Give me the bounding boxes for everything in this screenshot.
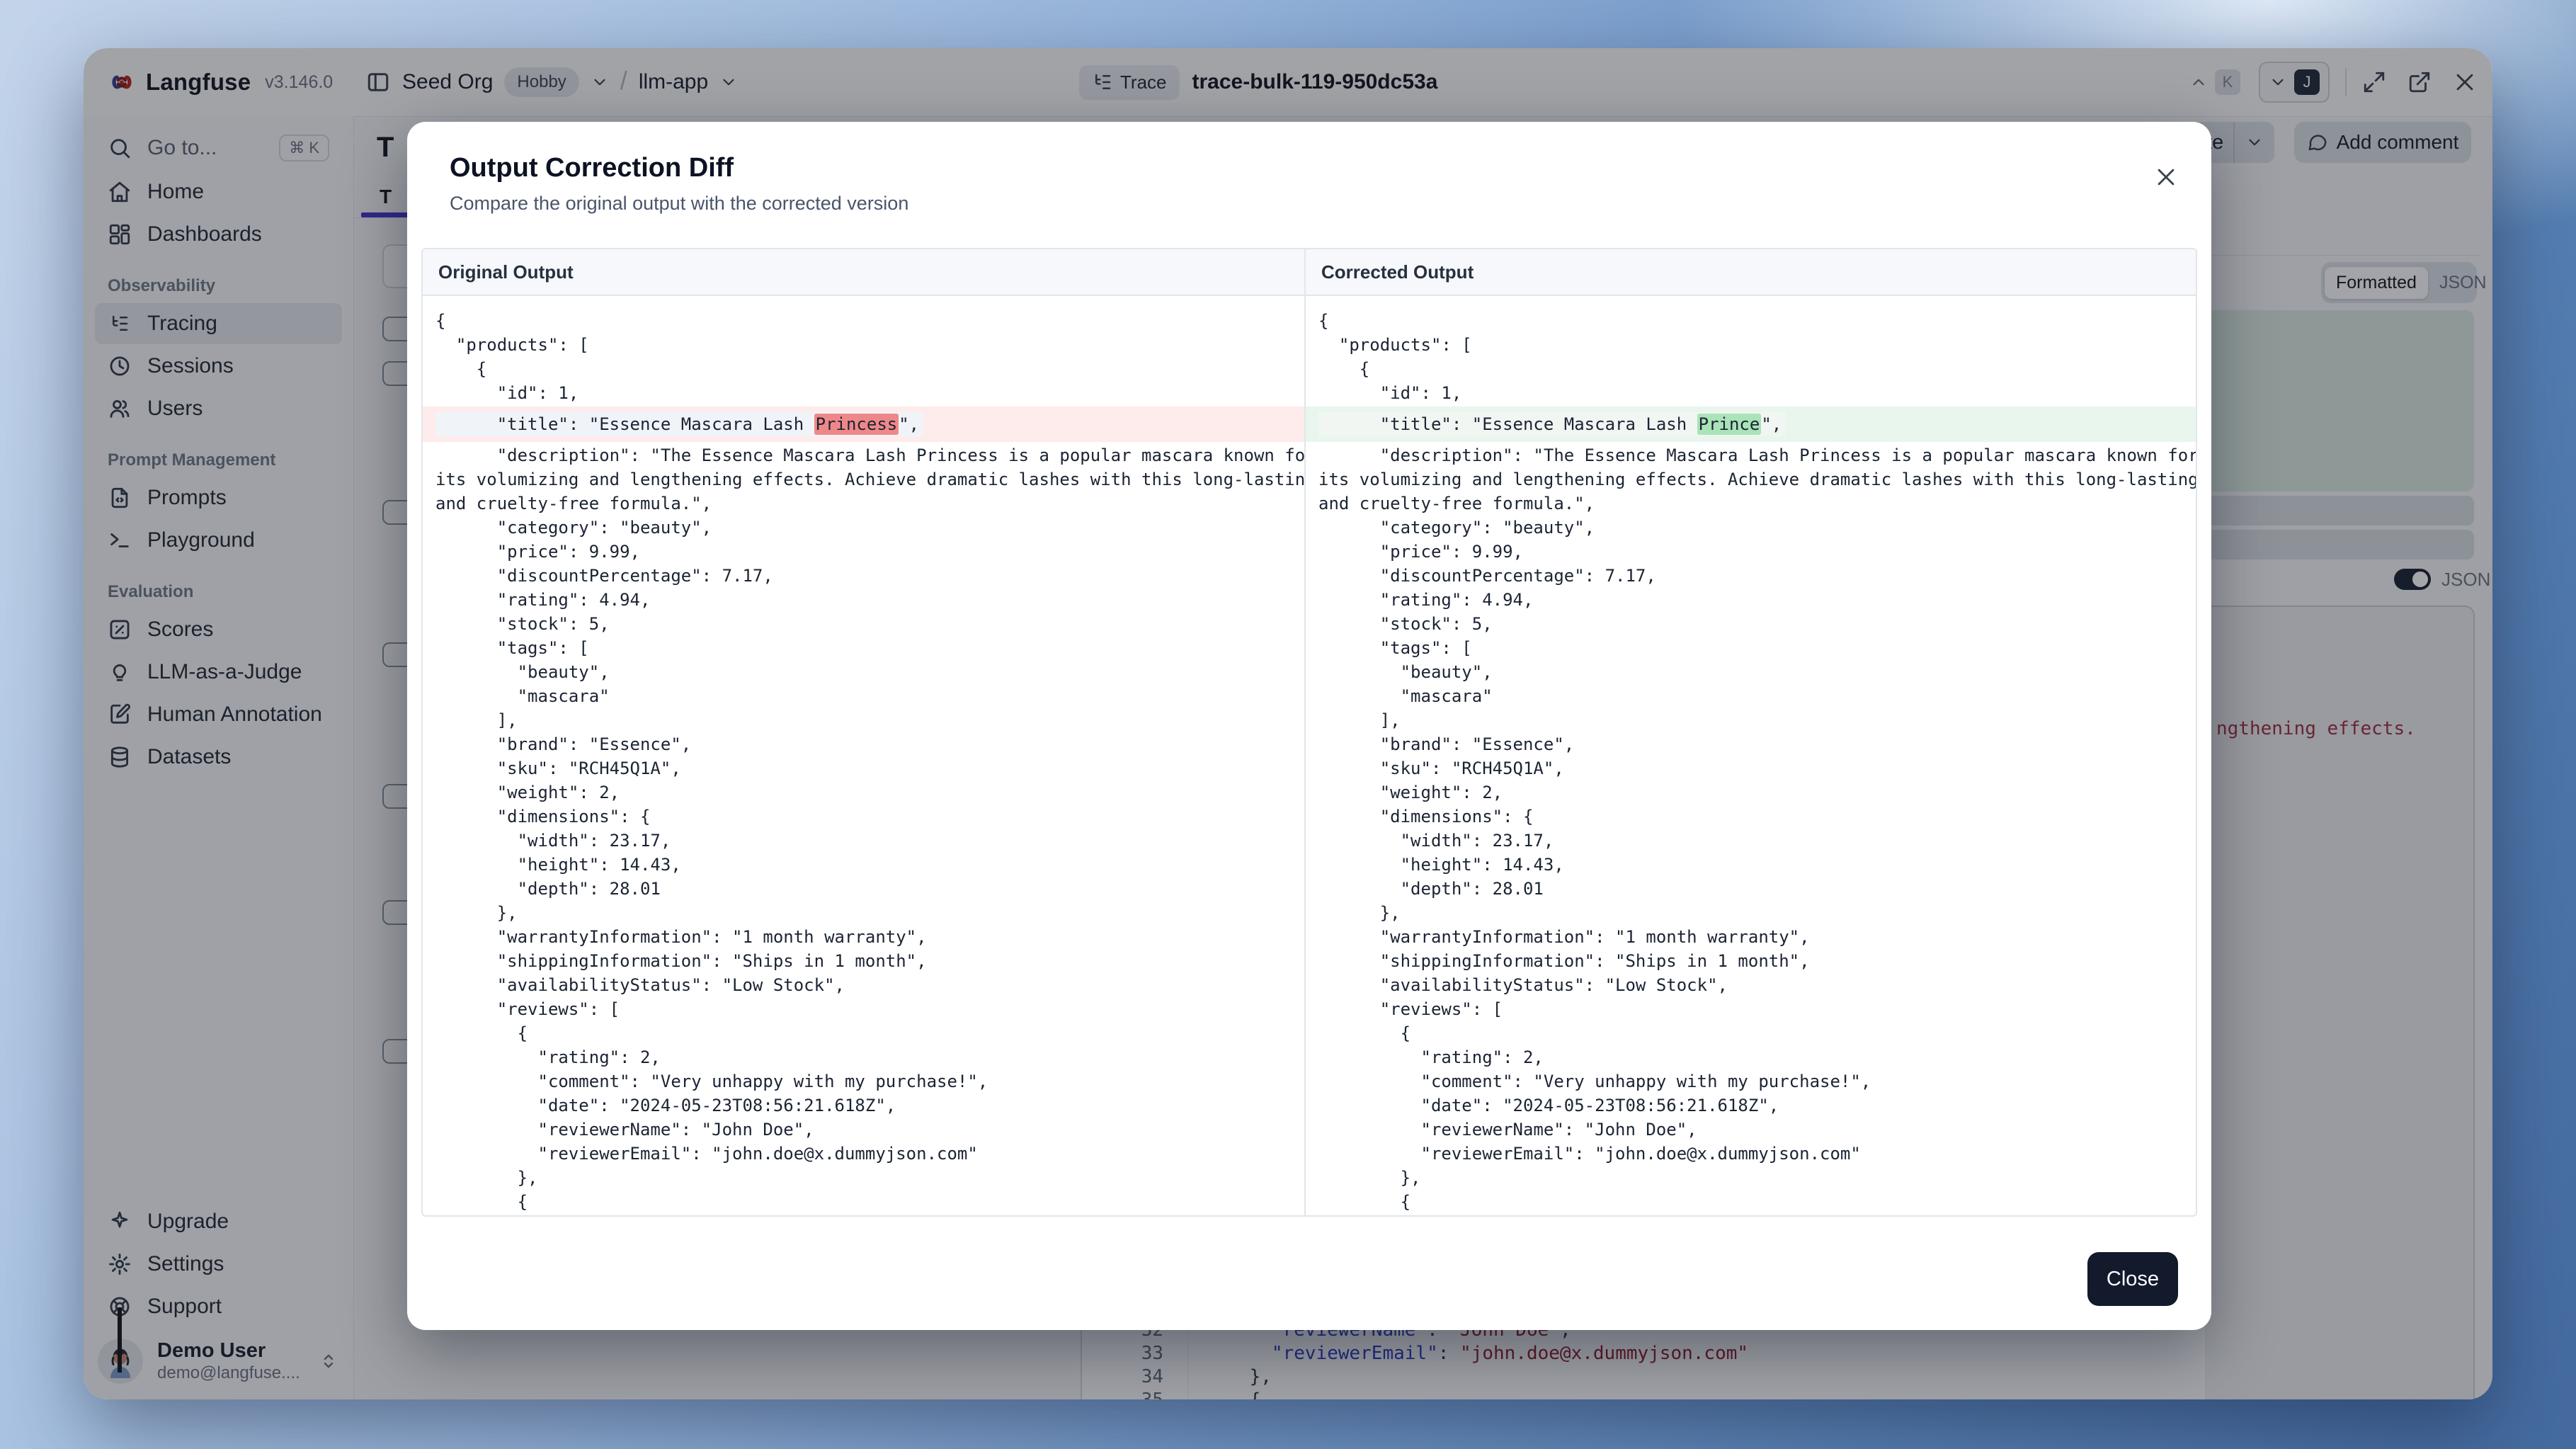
- code-line: "shippingInformation": "Ships in 1 month…: [1306, 949, 2196, 973]
- code-line: {: [1306, 1190, 2196, 1214]
- code-line: "depth": 28.01: [423, 877, 1304, 901]
- diff-header-corrected: Corrected Output: [1304, 249, 2196, 295]
- code-line: {: [423, 357, 1304, 381]
- code-line: "mascara": [423, 684, 1304, 708]
- code-line: "rating": 2,: [1306, 1214, 2196, 1217]
- code-line: "date": "2024-05-23T08:56:21.618Z",: [1306, 1093, 2196, 1118]
- code-line: "tags": [: [423, 636, 1304, 660]
- modal-subtitle: Compare the original output with the cor…: [450, 193, 908, 215]
- code-line: "comment": "Very unhappy with my purchas…: [423, 1069, 1304, 1093]
- diff-table: Original Output Corrected Output { "prod…: [421, 248, 2197, 1217]
- code-line: "sku": "RCH45Q1A",: [1306, 756, 2196, 780]
- code-line: its volumizing and lengthening effects. …: [423, 467, 1304, 491]
- close-button[interactable]: Close: [2087, 1252, 2178, 1306]
- code-line: ],: [1306, 708, 2196, 732]
- code-line: {: [1306, 309, 2196, 333]
- code-line: "weight": 2,: [423, 780, 1304, 805]
- code-line: "availabilityStatus": "Low Stock",: [423, 973, 1304, 997]
- modal-close-button[interactable]: [2150, 161, 2182, 193]
- code-line: "stock": 5,: [423, 612, 1304, 636]
- diff-body: { "products": [ { "id": 1, "title": "Ess…: [423, 296, 2196, 1217]
- code-line: "warrantyInformation": "1 month warranty…: [1306, 925, 2196, 949]
- code-line: "sku": "RCH45Q1A",: [423, 756, 1304, 780]
- code-line: "height": 14.43,: [423, 853, 1304, 877]
- code-line: "products": [: [1306, 333, 2196, 357]
- output-correction-diff-modal: Output Correction Diff Compare the origi…: [407, 122, 2211, 1330]
- code-line: {: [423, 1021, 1304, 1045]
- code-line: "brand": "Essence",: [423, 732, 1304, 756]
- code-line: },: [423, 901, 1304, 925]
- code-line: "reviewerName": "John Doe",: [1306, 1118, 2196, 1142]
- code-line: and cruelty-free formula.",: [423, 491, 1304, 516]
- code-line: "width": 23.17,: [423, 829, 1304, 853]
- code-line: "availabilityStatus": "Low Stock",: [1306, 973, 2196, 997]
- code-line: {: [423, 309, 1304, 333]
- code-line: "rating": 4.94,: [1306, 588, 2196, 612]
- code-line: "dimensions": {: [423, 805, 1304, 829]
- code-line: "reviewerEmail": "john.doe@x.dummyjson.c…: [1306, 1142, 2196, 1166]
- code-line: "height": 14.43,: [1306, 853, 2196, 877]
- code-line: "depth": 28.01: [1306, 877, 2196, 901]
- code-line: "reviews": [: [1306, 997, 2196, 1021]
- code-line: {: [423, 1190, 1304, 1214]
- code-line: "width": 23.17,: [1306, 829, 2196, 853]
- code-line: "rating": 4.94,: [423, 588, 1304, 612]
- code-line: "date": "2024-05-23T08:56:21.618Z",: [423, 1093, 1304, 1118]
- code-line: "beauty",: [1306, 660, 2196, 684]
- code-line: "reviewerEmail": "john.doe@x.dummyjson.c…: [423, 1142, 1304, 1166]
- code-line: "tags": [: [1306, 636, 2196, 660]
- code-line: "reviews": [: [423, 997, 1304, 1021]
- code-line: "warrantyInformation": "1 month warranty…: [423, 925, 1304, 949]
- code-line: ],: [423, 708, 1304, 732]
- code-line: "weight": 2,: [1306, 780, 2196, 805]
- diff-header-row: Original Output Corrected Output: [423, 249, 2196, 296]
- removed-word: Princess: [814, 414, 899, 435]
- code-line: },: [1306, 1166, 2196, 1190]
- code-line: {: [1306, 357, 2196, 381]
- diff-line-added: "title": "Essence Mascara Lash Prince",: [1306, 407, 2196, 442]
- code-line: "description": "The Essence Mascara Lash…: [1306, 443, 2196, 467]
- code-line: "comment": "Very unhappy with my purchas…: [1306, 1069, 2196, 1093]
- code-line: "id": 1,: [423, 381, 1304, 405]
- code-line: "reviewerName": "John Doe",: [423, 1118, 1304, 1142]
- code-line: "price": 9.99,: [423, 540, 1304, 564]
- code-line: "stock": 5,: [1306, 612, 2196, 636]
- code-line: },: [1306, 901, 2196, 925]
- code-line: and cruelty-free formula.",: [1306, 491, 2196, 516]
- code-line: "category": "beauty",: [423, 516, 1304, 540]
- code-line: its volumizing and lengthening effects. …: [1306, 467, 2196, 491]
- app-window: Langfuse v3.146.0 Seed Org Hobby / llm-a…: [84, 48, 2492, 1399]
- code-line: "id": 1,: [1306, 381, 2196, 405]
- diff-line-removed: "title": "Essence Mascara Lash Princess"…: [423, 407, 1304, 442]
- code-line: },: [423, 1166, 1304, 1190]
- code-line: "rating": 2,: [1306, 1045, 2196, 1069]
- diff-header-original: Original Output: [423, 249, 1304, 295]
- added-word: Prince: [1697, 414, 1762, 435]
- code-line: "shippingInformation": "Ships in 1 month…: [423, 949, 1304, 973]
- code-line: "beauty",: [423, 660, 1304, 684]
- modal-title: Output Correction Diff: [450, 153, 734, 183]
- code-line: "rating": 2,: [423, 1214, 1304, 1217]
- code-line: "category": "beauty",: [1306, 516, 2196, 540]
- code-line: "mascara": [1306, 684, 2196, 708]
- code-line: "description": "The Essence Mascara Lash…: [423, 443, 1304, 467]
- code-line: "rating": 2,: [423, 1045, 1304, 1069]
- code-line: "discountPercentage": 7.17,: [423, 564, 1304, 588]
- code-line: {: [1306, 1021, 2196, 1045]
- code-line: "discountPercentage": 7.17,: [1306, 564, 2196, 588]
- desktop-wallpaper: { "colors": { "accent_indigo": "#4338ca"…: [0, 0, 2576, 1449]
- code-line: "brand": "Essence",: [1306, 732, 2196, 756]
- diff-panel-original[interactable]: { "products": [ { "id": 1, "title": "Ess…: [423, 296, 1304, 1217]
- x-icon: [2154, 165, 2178, 189]
- code-line: "products": [: [423, 333, 1304, 357]
- code-line: "dimensions": {: [1306, 805, 2196, 829]
- code-line: "price": 9.99,: [1306, 540, 2196, 564]
- diff-panel-corrected[interactable]: { "products": [ { "id": 1, "title": "Ess…: [1304, 296, 2196, 1217]
